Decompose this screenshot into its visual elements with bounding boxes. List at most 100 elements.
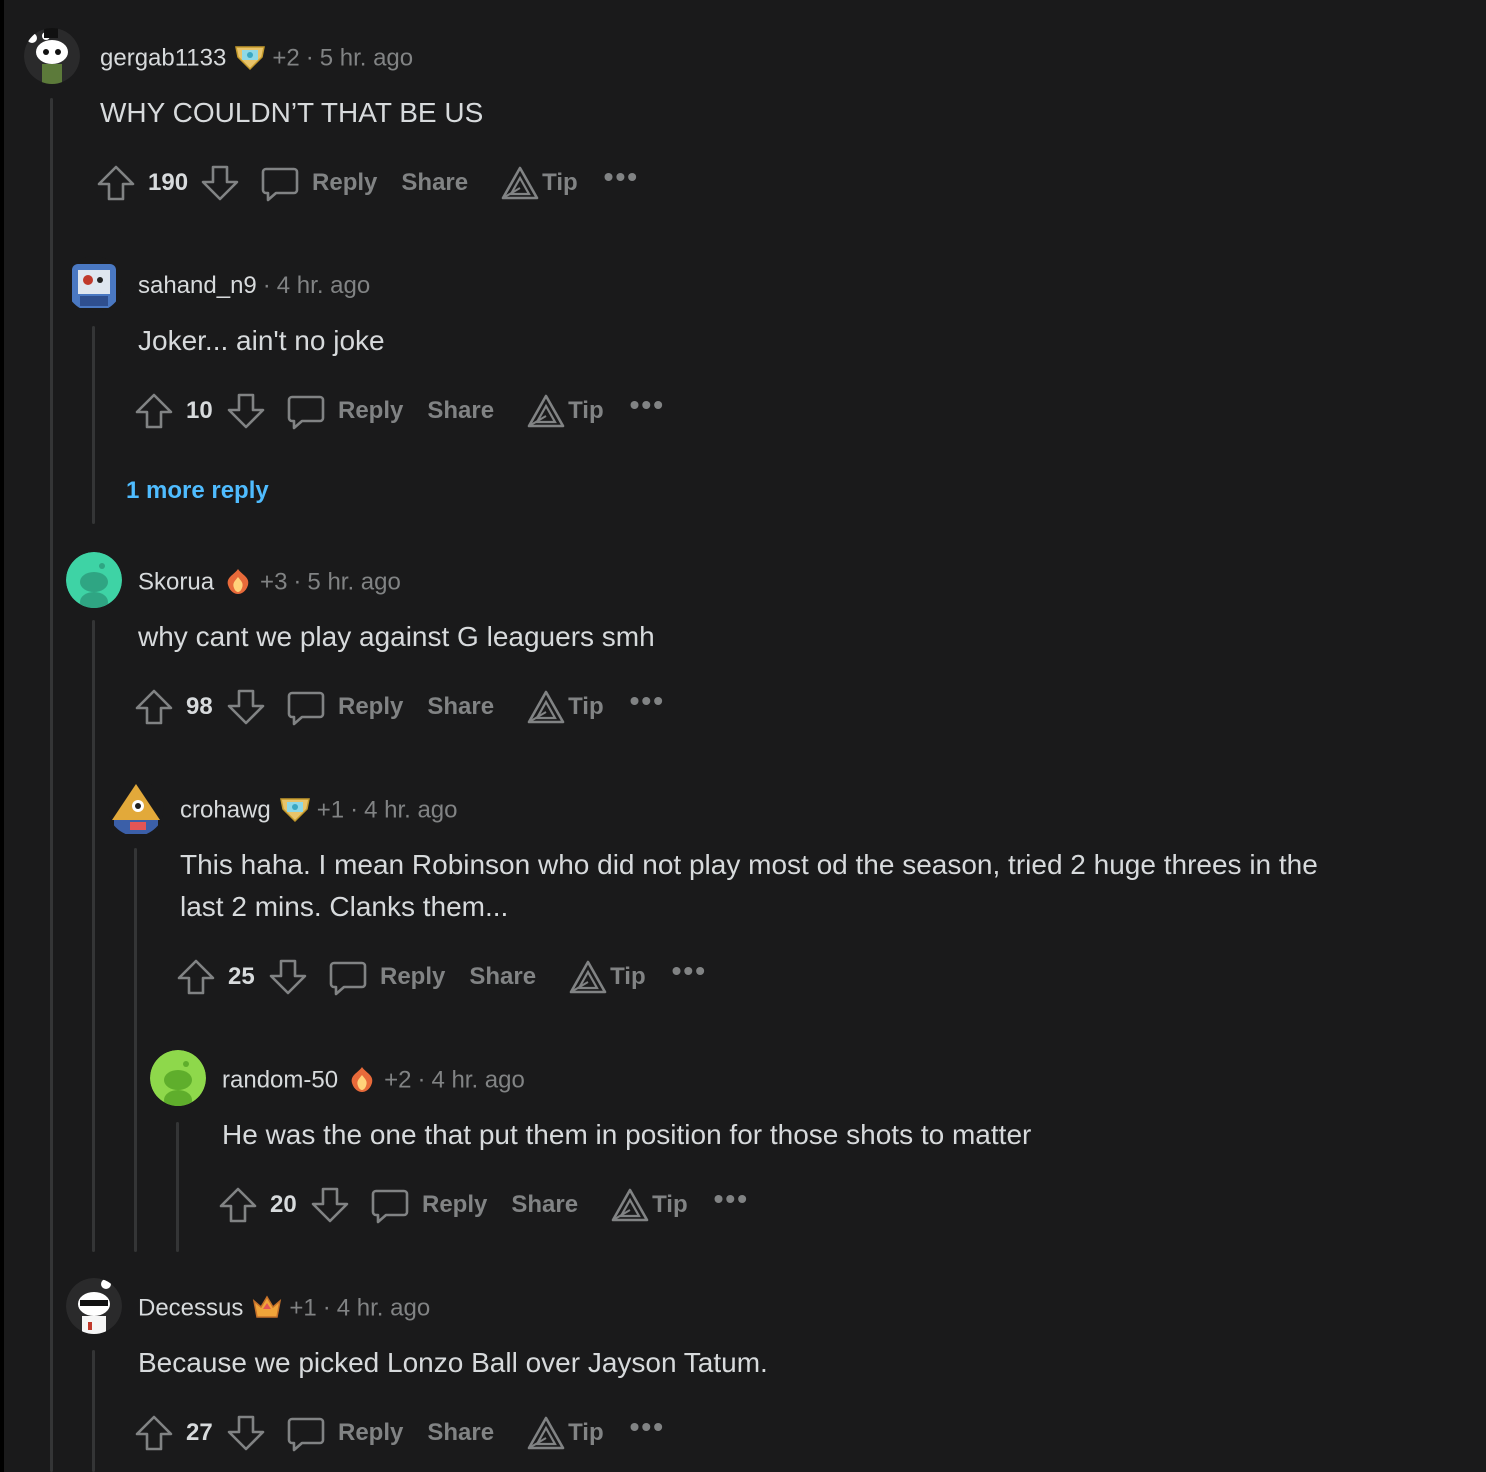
tip-label: Tip: [652, 1191, 688, 1218]
tip-label: Tip: [542, 169, 578, 196]
upvote-button[interactable]: [96, 163, 136, 203]
tip-button[interactable]: Tip: [526, 393, 604, 429]
share-button[interactable]: Share: [469, 963, 536, 991]
username[interactable]: random-50: [222, 1066, 338, 1093]
comment-body: He was the one that put them in position…: [222, 1119, 1032, 1150]
tip-label: Tip: [568, 693, 604, 720]
comment-meta: crohawg +1 · 4 hr. ago: [180, 795, 458, 825]
vote-score: 27: [186, 1419, 213, 1446]
avatar[interactable]: [66, 552, 122, 608]
tip-triangle-icon: [527, 1416, 565, 1450]
share-button[interactable]: Share: [427, 1419, 494, 1447]
comment-meta: sahand_n9 · 4 hr. ago: [138, 271, 370, 301]
more-options-button[interactable]: •••: [630, 1411, 665, 1443]
comment-thread: gergab1133 +2 · 5 hr. ago WHY COULDN’T THA…: [4, 0, 1486, 1472]
username[interactable]: Skorua: [138, 568, 214, 595]
tip-button[interactable]: Tip: [526, 689, 604, 725]
reply-label: Reply: [380, 963, 446, 990]
downvote-button[interactable]: [226, 391, 266, 431]
downvote-button[interactable]: [268, 957, 308, 997]
separator-dot: ·: [417, 1066, 426, 1094]
avatar[interactable]: [150, 1050, 206, 1106]
award-fire-icon[interactable]: [346, 1065, 378, 1093]
award-count: +3: [260, 568, 288, 596]
share-button[interactable]: Share: [427, 693, 494, 721]
thread-line[interactable]: [92, 1350, 95, 1472]
more-options-button[interactable]: •••: [604, 161, 639, 193]
comment-actions: 190 Reply Share Tip •••: [96, 161, 639, 205]
vote-score: 25: [228, 963, 255, 990]
share-button[interactable]: Share: [401, 169, 468, 197]
username[interactable]: gergab1133: [100, 44, 226, 71]
tip-label: Tip: [568, 397, 604, 424]
avatar[interactable]: [66, 1278, 122, 1334]
reply-button[interactable]: Reply: [286, 1413, 403, 1453]
upvote-button[interactable]: [134, 687, 174, 727]
tip-button[interactable]: Tip: [526, 1415, 604, 1451]
upvote-arrow-icon: [135, 393, 173, 429]
pyramid-avatar-icon: [108, 780, 164, 836]
separator-dot: ·: [293, 568, 302, 596]
more-options-button[interactable]: •••: [672, 955, 707, 987]
award-count: +1: [316, 796, 345, 824]
share-button[interactable]: Share: [427, 397, 494, 425]
thread-line[interactable]: [176, 1122, 179, 1252]
comment-actions: 27 Reply Share Tip •••: [134, 1411, 665, 1455]
reply-button[interactable]: Reply: [286, 687, 403, 727]
avatar[interactable]: [108, 780, 164, 836]
reply-label: Reply: [338, 693, 404, 720]
chat-bubble-icon: [287, 1417, 325, 1452]
award-crown-icon[interactable]: [251, 1293, 283, 1321]
separator-dot: ·: [262, 272, 271, 299]
username[interactable]: Decessus: [138, 1294, 243, 1321]
upvote-button[interactable]: [176, 957, 216, 997]
share-button[interactable]: Share: [511, 1191, 578, 1219]
snoo-avatar-icon: [24, 28, 80, 84]
username[interactable]: sahand_n9: [138, 272, 257, 299]
more-options-button[interactable]: •••: [630, 389, 665, 421]
thread-line[interactable]: [92, 620, 95, 1252]
avatar[interactable]: [24, 28, 80, 84]
timestamp[interactable]: 5 hr. ago: [307, 568, 400, 595]
more-options-button[interactable]: •••: [714, 1183, 749, 1215]
upvote-button[interactable]: [218, 1185, 258, 1225]
downvote-button[interactable]: [310, 1185, 350, 1225]
timestamp[interactable]: 5 hr. ago: [320, 44, 413, 71]
avatar[interactable]: [66, 256, 122, 312]
timestamp[interactable]: 4 hr. ago: [364, 796, 457, 823]
downvote-arrow-icon: [269, 959, 307, 995]
award-badge-icon[interactable]: [234, 43, 266, 71]
downvote-button[interactable]: [200, 163, 240, 203]
upvote-button[interactable]: [134, 391, 174, 431]
username[interactable]: crohawg: [180, 796, 271, 823]
upvote-button[interactable]: [134, 1413, 174, 1453]
default-snoo-avatar-icon: [150, 1050, 206, 1106]
reply-button[interactable]: Reply: [286, 391, 403, 431]
comment-actions: 98 Reply Share Tip •••: [134, 685, 665, 729]
tip-button[interactable]: Tip: [610, 1187, 688, 1223]
timestamp[interactable]: 4 hr. ago: [431, 1066, 524, 1093]
more-replies-link[interactable]: 1 more reply: [126, 477, 269, 505]
downvote-arrow-icon: [201, 165, 239, 201]
timestamp[interactable]: 4 hr. ago: [277, 272, 370, 299]
downvote-button[interactable]: [226, 1413, 266, 1453]
thread-line[interactable]: [134, 848, 137, 1252]
timestamp[interactable]: 4 hr. ago: [337, 1294, 430, 1321]
downvote-button[interactable]: [226, 687, 266, 727]
reply-button[interactable]: Reply: [260, 163, 377, 203]
tip-triangle-icon: [501, 166, 539, 200]
vote-score: 190: [148, 169, 189, 196]
tip-button[interactable]: Tip: [568, 959, 646, 995]
comment-actions: 20 Reply Share Tip •••: [218, 1183, 749, 1227]
thread-line[interactable]: [50, 98, 53, 1472]
award-fire-icon[interactable]: [222, 567, 254, 595]
tip-button[interactable]: Tip: [500, 165, 578, 201]
reply-button[interactable]: Reply: [370, 1185, 487, 1225]
comment-meta: gergab1133 +2 · 5 hr. ago: [100, 43, 413, 73]
more-options-button[interactable]: •••: [630, 685, 665, 717]
thread-line[interactable]: [92, 326, 95, 524]
tip-triangle-icon: [527, 690, 565, 724]
comment-actions: 10 Reply Share Tip •••: [134, 389, 665, 433]
reply-button[interactable]: Reply: [328, 957, 445, 997]
award-badge-icon[interactable]: [279, 795, 311, 823]
